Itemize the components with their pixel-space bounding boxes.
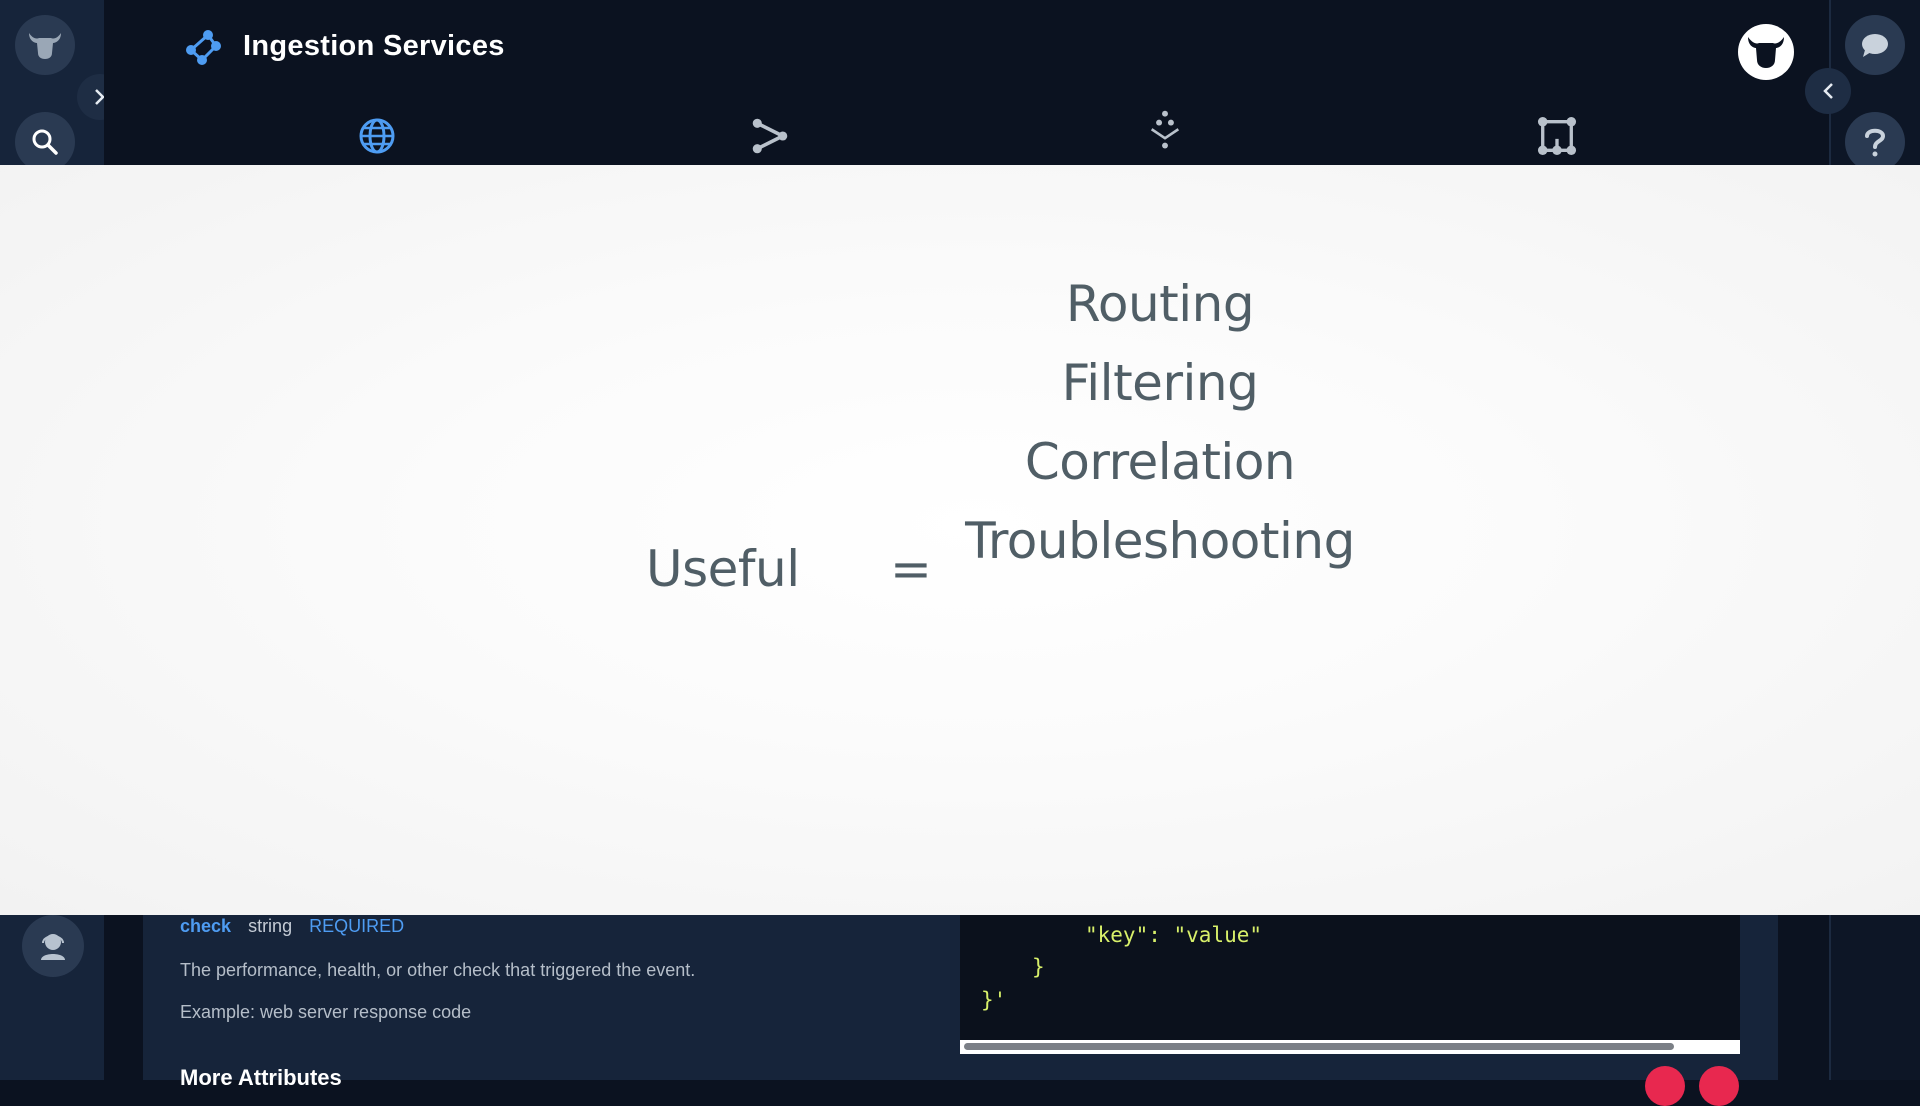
user-avatar[interactable] — [1738, 24, 1794, 80]
globe-icon[interactable] — [357, 116, 397, 156]
code-line: } — [1032, 955, 1045, 979]
attribute-row: check string REQUIRED — [180, 916, 404, 937]
slide-equals-sign: = — [890, 540, 932, 598]
collapse-right-panel-button[interactable] — [1805, 68, 1851, 114]
chat-bubble-icon — [1862, 34, 1888, 57]
attribute-type: string — [248, 916, 293, 936]
slide-list-item: Routing — [1065, 275, 1255, 333]
attribute-name: check — [180, 916, 232, 936]
bull-logo-icon — [29, 33, 61, 59]
help-icon — [1865, 128, 1886, 157]
attribute-description: The performance, health, or other check … — [180, 960, 696, 980]
service-logo-icon — [186, 30, 221, 65]
download-tree-icon[interactable] — [1145, 110, 1185, 150]
help-button[interactable] — [1845, 112, 1905, 172]
support-agent-button[interactable] — [22, 915, 84, 977]
support-agent-icon — [41, 934, 65, 960]
slide-left-term: Useful — [646, 540, 800, 598]
action-button-red-2[interactable] — [1699, 1066, 1739, 1106]
logo-button[interactable] — [15, 15, 75, 75]
search-button[interactable] — [15, 112, 75, 172]
attribute-required-badge: REQUIRED — [309, 916, 405, 936]
chevron-left-icon — [1823, 83, 1833, 99]
attribute-example: Example: web server response code — [180, 1002, 472, 1022]
slide-list: Routing Filtering Correlation Troublesho… — [940, 265, 1380, 581]
more-attributes-heading[interactable]: More Attributes — [180, 1065, 342, 1091]
slide-list-item: Filtering — [1061, 354, 1259, 412]
search-icon — [32, 129, 58, 155]
page-title: Ingestion Services — [243, 30, 505, 62]
bull-avatar-icon — [1748, 37, 1784, 68]
code-line: }' — [981, 988, 1007, 1012]
code-line: "key": "value" — [1085, 923, 1263, 947]
code-sample-panel — [960, 915, 1740, 1045]
slide-list-item: Troubleshooting — [965, 512, 1355, 570]
action-button-red[interactable] — [1645, 1066, 1685, 1106]
slide-list-item: Correlation — [1024, 433, 1296, 491]
scrollbar-thumb[interactable] — [964, 1043, 1674, 1050]
share-icon[interactable] — [750, 116, 790, 156]
chat-button[interactable] — [1845, 15, 1905, 75]
flow-nodes-icon[interactable] — [1537, 116, 1577, 156]
